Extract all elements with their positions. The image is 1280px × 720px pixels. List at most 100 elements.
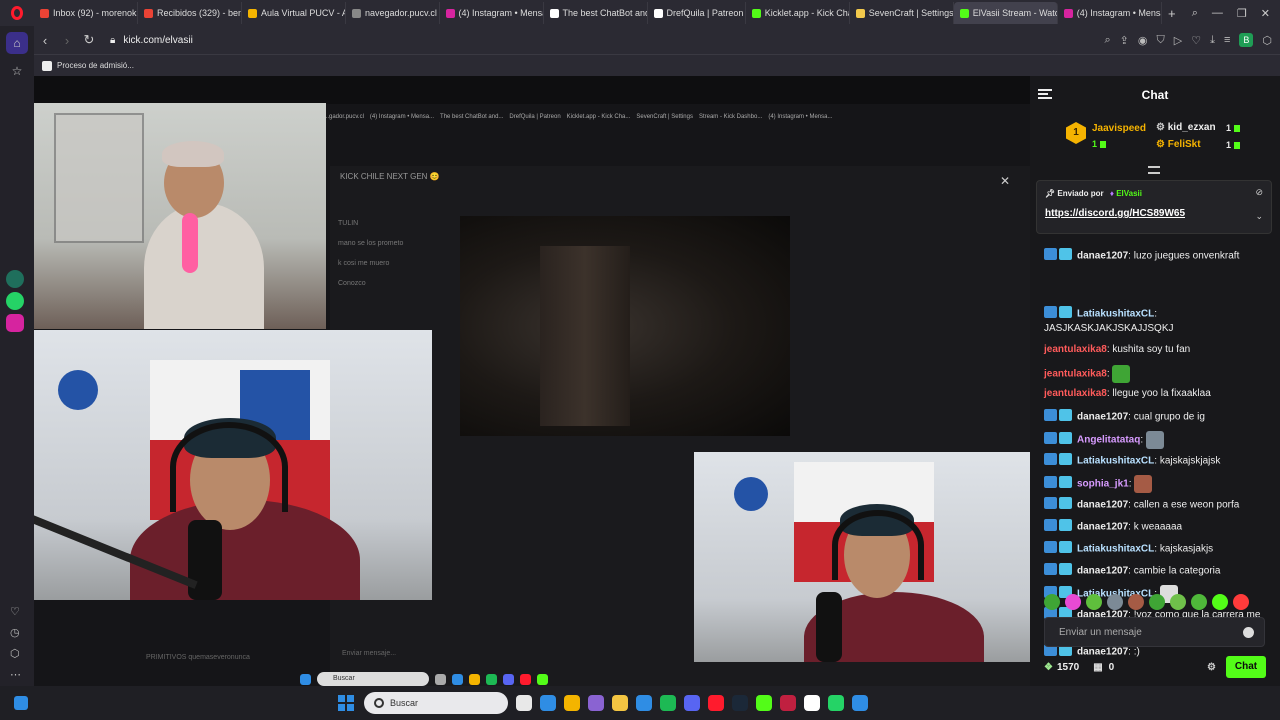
- history-icon[interactable]: ◷: [10, 623, 21, 644]
- camera-icon[interactable]: ◉: [1138, 34, 1148, 47]
- emote-icon[interactable]: [1112, 365, 1131, 383]
- emote-icon[interactable]: [1134, 475, 1153, 493]
- taskbar-app-icon[interactable]: [636, 695, 652, 711]
- forward-button[interactable]: ›: [56, 33, 78, 48]
- taskbar-app-icon[interactable]: [708, 695, 724, 711]
- reload-button[interactable]: ↻: [78, 32, 100, 48]
- play-icon[interactable]: ▷: [1174, 34, 1182, 47]
- taskbar-app-icon[interactable]: [804, 695, 820, 711]
- profile-avatar[interactable]: B: [1239, 33, 1254, 47]
- emote-icon[interactable]: [1145, 431, 1164, 449]
- quick-emote-icon[interactable]: [1233, 594, 1249, 610]
- taskbar-app-icon[interactable]: [588, 695, 604, 711]
- stream-video-player[interactable]: ...gador.pucv.cl (4) Instagram • Mensa...…: [34, 76, 1030, 686]
- chat-username[interactable]: jeantulaxika8: [1044, 388, 1107, 399]
- chatgpt-icon[interactable]: [6, 270, 24, 288]
- chat-username[interactable]: sophia_jk1: [1077, 479, 1129, 490]
- more-icon[interactable]: ⋯: [10, 665, 21, 686]
- back-button[interactable]: ‹: [34, 33, 56, 48]
- browser-tab[interactable]: Recibidos (329) - benj...: [138, 2, 242, 24]
- close-window-button[interactable]: ✕: [1261, 7, 1270, 20]
- taskbar-app-icon[interactable]: [732, 695, 748, 711]
- whatsapp-icon[interactable]: [6, 292, 24, 310]
- new-tab-button[interactable]: +: [1162, 6, 1182, 21]
- quick-emote-icon[interactable]: [1212, 594, 1228, 610]
- browser-tab[interactable]: DrefQuila | Patreon: [648, 2, 746, 24]
- search-tabs-icon[interactable]: ⌕: [1192, 7, 1198, 20]
- quick-emote-icon[interactable]: [1065, 594, 1081, 610]
- quick-emote-icon[interactable]: [1149, 594, 1165, 610]
- quick-emote-icon[interactable]: [1044, 594, 1060, 610]
- gift-count[interactable]: 0: [1109, 662, 1115, 673]
- quick-emote-icon[interactable]: [1086, 594, 1102, 610]
- taskbar-app-icon[interactable]: [564, 695, 580, 711]
- browser-tab[interactable]: Inbox (92) - morenok...: [34, 2, 138, 24]
- leader-name[interactable]: kid_ezxan: [1168, 122, 1216, 133]
- message-input[interactable]: Enviar un mensaje: [1044, 617, 1265, 647]
- browser-tab[interactable]: (4) Instagram • Mensa...: [1058, 2, 1162, 24]
- chat-username[interactable]: LatiakushitaxCL: [1077, 309, 1154, 320]
- chat-username[interactable]: danae1207: [1077, 522, 1128, 533]
- heart-icon[interactable]: ♡: [1191, 34, 1201, 47]
- chat-username[interactable]: LatiakushitaxCL: [1077, 544, 1154, 555]
- download-icon[interactable]: ⤓: [1210, 34, 1215, 47]
- quick-emote-icon[interactable]: [1191, 594, 1207, 610]
- pinned-user[interactable]: ElVasii: [1116, 189, 1142, 198]
- browser-tab[interactable]: (4) Instagram • Mensa...: [440, 2, 544, 24]
- browser-tab[interactable]: Aula Virtual PUCV - Ac...: [242, 2, 346, 24]
- extensions-icon[interactable]: ⬡: [1262, 34, 1272, 47]
- chevron-down-icon[interactable]: ⌄: [1255, 211, 1263, 222]
- quick-emote-icon[interactable]: [1170, 594, 1186, 610]
- quick-emote-icon[interactable]: [1107, 594, 1123, 610]
- browser-tab[interactable]: SevenCraft | Settings: [850, 2, 954, 24]
- channel-points[interactable]: 1570: [1057, 662, 1079, 673]
- opera-logo-icon[interactable]: [0, 0, 34, 26]
- star-icon[interactable]: ☆: [6, 60, 28, 82]
- pinned-link[interactable]: https://discord.gg/HCS89W65: [1045, 208, 1185, 219]
- chat-username[interactable]: danae1207: [1077, 412, 1128, 423]
- hide-pin-icon[interactable]: ⊘: [1255, 187, 1263, 198]
- chat-username[interactable]: danae1207: [1077, 566, 1128, 577]
- chat-username[interactable]: danae1207: [1077, 500, 1128, 511]
- windows-start-icon[interactable]: [338, 695, 354, 711]
- chat-username[interactable]: Angelitatataq: [1077, 435, 1140, 446]
- taskbar-app-icon[interactable]: [828, 695, 844, 711]
- chat-username[interactable]: danae1207: [1077, 251, 1128, 262]
- browser-tab[interactable]: navegador.pucv.cl: [346, 2, 440, 24]
- home-icon[interactable]: ⌂: [6, 32, 28, 54]
- taskbar-app-icon[interactable]: [612, 695, 628, 711]
- taskbar-app-icon[interactable]: [540, 695, 556, 711]
- url-field[interactable]: 🔒︎ kick.com/elvasii: [110, 35, 193, 46]
- settings-gear-icon[interactable]: ⚙: [1207, 662, 1216, 673]
- browser-tab[interactable]: Kicklet.app - Kick Chat...: [746, 2, 850, 24]
- chat-username[interactable]: jeantulaxika8: [1044, 369, 1107, 380]
- emoji-picker-icon[interactable]: [1243, 627, 1254, 638]
- browser-tab[interactable]: The best ChatBot and...: [544, 2, 648, 24]
- taskbar-app-icon[interactable]: [660, 695, 676, 711]
- taskbar-app-icon[interactable]: [852, 695, 868, 711]
- drag-handle-icon[interactable]: [1148, 166, 1160, 174]
- menu-icon[interactable]: ≡: [1224, 34, 1230, 46]
- taskbar-app-icon[interactable]: [756, 695, 772, 711]
- instagram-icon[interactable]: [6, 314, 24, 332]
- minimize-button[interactable]: —: [1212, 7, 1223, 20]
- quick-emote-icon[interactable]: [1128, 594, 1144, 610]
- leader-name[interactable]: FeliSkt: [1168, 139, 1201, 150]
- heart-icon[interactable]: ♡: [10, 602, 21, 623]
- bookmark-item[interactable]: Proceso de admisió...: [57, 61, 134, 70]
- taskbar-search[interactable]: Buscar: [364, 692, 508, 714]
- widget-icon[interactable]: [14, 696, 28, 710]
- browser-tab[interactable]: ElVasii Stream - Watch✕: [953, 2, 1058, 24]
- chat-username[interactable]: LatiakushitaxCL: [1077, 456, 1154, 467]
- send-chat-button[interactable]: Chat: [1226, 656, 1266, 678]
- maximize-button[interactable]: ❐: [1237, 7, 1247, 20]
- chat-username[interactable]: jeantulaxika8: [1044, 344, 1107, 355]
- taskbar-app-icon[interactable]: [684, 695, 700, 711]
- zoom-icon[interactable]: ⌕: [1105, 34, 1111, 47]
- leader-name[interactable]: Jaavispeed: [1092, 123, 1146, 134]
- cube-icon[interactable]: ⬡: [10, 644, 21, 665]
- taskbar-app-icon[interactable]: [516, 695, 532, 711]
- taskbar-app-icon[interactable]: [780, 695, 796, 711]
- share-icon[interactable]: ⇪: [1120, 34, 1129, 47]
- shield-icon[interactable]: ⛉: [1157, 34, 1165, 47]
